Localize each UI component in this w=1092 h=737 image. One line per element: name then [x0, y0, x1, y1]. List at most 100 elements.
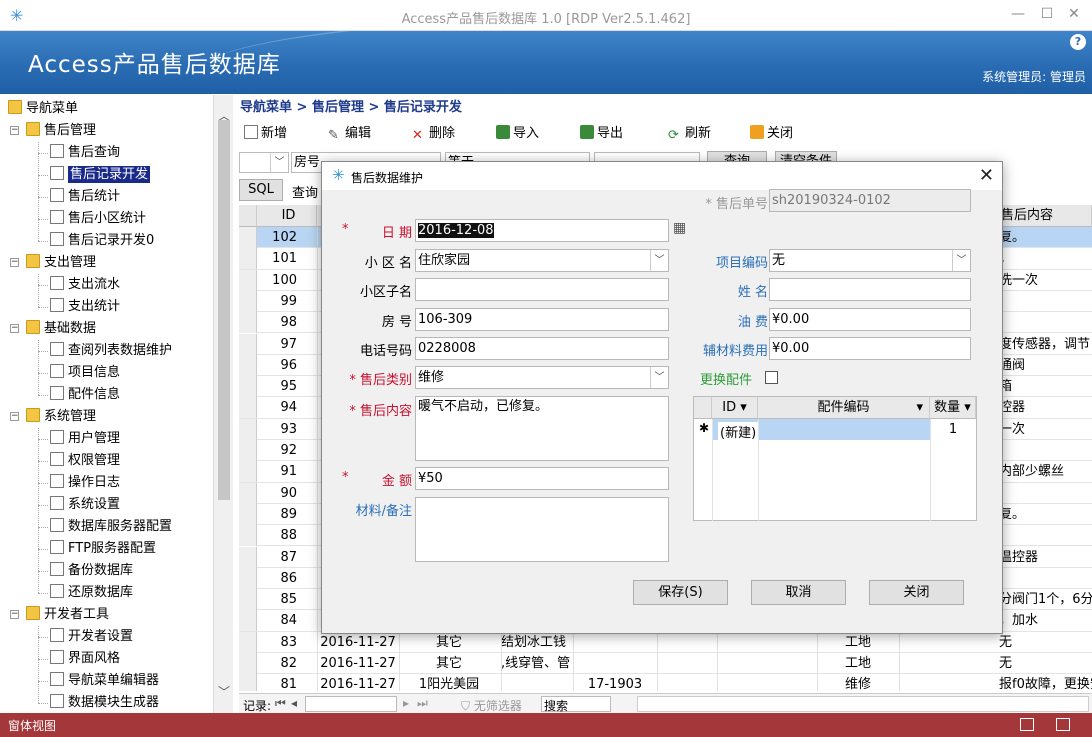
nav-item-3-5[interactable]: FTP服务器配置	[50, 538, 156, 560]
room-field[interactable]: 106-309	[415, 308, 669, 331]
nav-item-0-3[interactable]: 售后小区统计	[50, 208, 146, 230]
nav-group-0[interactable]: 售后管理	[26, 120, 96, 142]
nav-item-1-1[interactable]: 支出统计	[50, 296, 120, 318]
nav-root[interactable]: 导航菜单	[8, 98, 78, 120]
row-selector[interactable]	[239, 546, 257, 568]
nav-item-3-7[interactable]: 还原数据库	[50, 582, 133, 604]
nav-item-4-2[interactable]: 导航菜单编辑器	[50, 670, 159, 692]
row-selector[interactable]	[239, 631, 257, 653]
sub-col-id[interactable]: ID ▾	[712, 397, 758, 419]
nav-group-4[interactable]: 开发者工具	[26, 604, 109, 626]
first-record-icon[interactable]: ⏮	[275, 696, 286, 711]
col-header-content[interactable]: 售后内容	[997, 205, 1092, 227]
row-selector[interactable]	[239, 589, 257, 611]
minimize-button[interactable]: —	[1006, 6, 1030, 22]
collapse-toggle-icon[interactable]: −	[10, 610, 19, 619]
dialog-close-icon[interactable]: ✕	[979, 165, 994, 186]
row-selector[interactable]	[239, 482, 257, 504]
project-select[interactable]: 无 ﹀	[769, 249, 971, 272]
help-icon[interactable]: ?	[1070, 34, 1086, 50]
nav-item-4-3[interactable]: 数据模块生成器	[50, 692, 159, 713]
subarea-field[interactable]	[415, 278, 669, 301]
nav-item-1-0[interactable]: 支出流水	[50, 274, 120, 296]
nav-item-4-1[interactable]: 界面风格	[50, 648, 120, 670]
nav-group-2[interactable]: 基础数据	[26, 318, 96, 340]
nav-item-0-0[interactable]: 售后查询	[50, 142, 120, 164]
nav-group-1[interactable]: 支出管理	[26, 252, 96, 274]
edit-button[interactable]: ✎ 编辑	[328, 122, 371, 143]
row-selector[interactable]	[239, 610, 257, 632]
row-selector[interactable]	[239, 440, 257, 461]
row-selector[interactable]	[239, 248, 257, 270]
scroll-down-icon[interactable]: ﹀	[218, 683, 230, 700]
material-textarea[interactable]	[415, 497, 669, 562]
nav-item-0-4[interactable]: 售后记录开发0	[50, 230, 154, 252]
row-selector[interactable]	[239, 461, 257, 483]
nav-group-3[interactable]: 系统管理	[26, 406, 96, 428]
row-selector[interactable]	[239, 653, 257, 674]
phone-field[interactable]: 0228008	[415, 337, 669, 360]
row-selector[interactable]	[239, 418, 257, 440]
collapse-toggle-icon[interactable]: −	[10, 258, 19, 267]
nav-item-3-4[interactable]: 数据库服务器配置	[50, 516, 172, 538]
maximize-button[interactable]: ☐	[1035, 6, 1059, 22]
close-tab-button[interactable]: 关闭	[750, 122, 793, 141]
form-view-icon[interactable]	[1020, 718, 1034, 731]
aux-field[interactable]: ¥0.00	[769, 337, 971, 360]
row-selector[interactable]	[239, 290, 257, 312]
row-selector[interactable]	[239, 269, 257, 291]
nav-item-3-6[interactable]: 备份数据库	[50, 560, 133, 582]
row-selector[interactable]	[239, 397, 257, 419]
row-selector[interactable]	[239, 674, 257, 691]
record-number-input[interactable]	[305, 696, 397, 712]
nav-item-4-0[interactable]: 开发者设置	[50, 626, 133, 648]
collapse-toggle-icon[interactable]: −	[10, 324, 19, 333]
close-window-button[interactable]: ✕	[1062, 6, 1086, 22]
sub-col-partcode[interactable]: 配件编码 ▾	[758, 397, 930, 419]
add-button[interactable]: 新增	[244, 122, 287, 141]
import-button[interactable]: 导入	[496, 122, 539, 141]
row-selector[interactable]	[239, 503, 257, 525]
nav-item-3-1[interactable]: 权限管理	[50, 450, 120, 472]
nav-item-3-0[interactable]: 用户管理	[50, 428, 120, 450]
dialog-close-button[interactable]: 关闭	[869, 580, 964, 605]
refresh-button[interactable]: ⟳ 刷新	[668, 122, 711, 143]
datasheet-view-icon[interactable]	[1056, 718, 1070, 731]
prev-record-icon[interactable]: ◂	[291, 696, 297, 710]
search-input[interactable]: 搜索	[541, 696, 611, 713]
row-selector[interactable]	[239, 567, 257, 589]
save-button[interactable]: 保存(S)	[633, 580, 728, 605]
col-header-id[interactable]: ID	[257, 205, 317, 227]
calendar-icon[interactable]: ▦	[673, 220, 686, 236]
nav-item-2-0[interactable]: 查阅列表数据维护	[50, 340, 172, 362]
table-row[interactable]: 81 2016-11-27 1阳光美园 17-1903 维修 报f0故障，更换安全阀，漏水…	[239, 674, 1092, 691]
filter-logic-select[interactable]: ﹀	[239, 152, 289, 173]
collapse-toggle-icon[interactable]: −	[10, 126, 19, 135]
row-selector[interactable]	[239, 354, 257, 376]
nav-scrollbar[interactable]: ︿ ﹀	[213, 95, 233, 713]
export-button[interactable]: 导出	[580, 122, 623, 141]
row-selector[interactable]	[239, 333, 257, 355]
row-selector[interactable]	[239, 376, 257, 398]
sub-col-qty[interactable]: 数量 ▾	[930, 397, 976, 419]
nav-item-0-1[interactable]: 售后记录开发	[50, 164, 151, 186]
date-field[interactable]: 2016-12-08	[415, 219, 669, 242]
scroll-thumb[interactable]	[218, 120, 230, 500]
row-selector[interactable]	[239, 227, 257, 248]
nav-item-3-2[interactable]: 操作日志	[50, 472, 120, 494]
next-record-icon[interactable]: ▸	[403, 696, 409, 710]
no-filter-indicator[interactable]: ⛉ 无筛选器	[461, 697, 522, 714]
row-selector[interactable]	[239, 525, 257, 547]
last-record-icon[interactable]: ⏭	[417, 696, 428, 711]
table-row[interactable]: 82 2016-11-27 其它 ,线穿管、管 工地 无	[239, 653, 1092, 675]
delete-button[interactable]: ✕ 删除	[412, 122, 455, 143]
horizontal-scrollbar[interactable]	[637, 696, 1089, 712]
collapse-toggle-icon[interactable]: −	[10, 412, 19, 421]
area-select[interactable]: 住欣家园 ﹀	[415, 249, 669, 272]
replace-checkbox[interactable]	[765, 371, 778, 384]
nav-item-2-2[interactable]: 配件信息	[50, 384, 120, 406]
nav-item-3-3[interactable]: 系统设置	[50, 494, 120, 516]
nav-item-2-1[interactable]: 项目信息	[50, 362, 120, 384]
sql-button[interactable]: SQL	[239, 179, 283, 201]
amount-field[interactable]: ¥50	[415, 467, 669, 490]
